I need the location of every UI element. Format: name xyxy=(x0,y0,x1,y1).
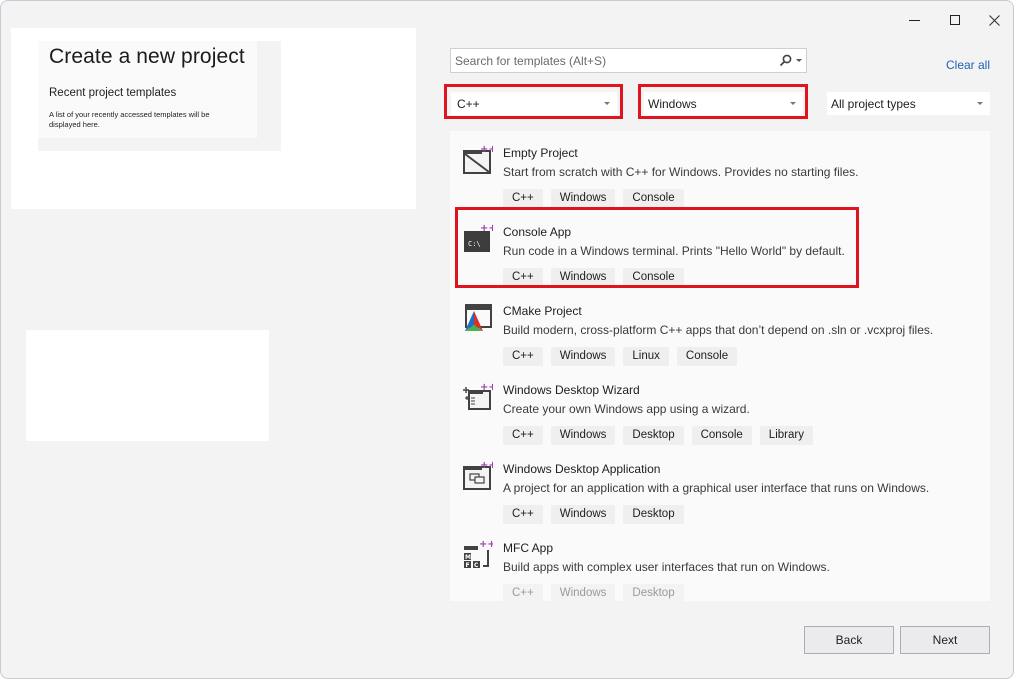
template-search-box[interactable] xyxy=(450,48,807,73)
tag: Windows xyxy=(550,268,616,287)
tag: C++ xyxy=(503,268,543,287)
template-description: Build apps with complex user interfaces … xyxy=(503,560,830,574)
recent-templates-heading: Recent project templates xyxy=(49,87,177,99)
tag: Desktop xyxy=(623,426,684,445)
tag: Windows xyxy=(550,584,616,601)
template-description: Start from scratch with C++ for Windows.… xyxy=(503,165,859,179)
search-icon[interactable] xyxy=(779,54,792,67)
svg-text:++: ++ xyxy=(480,382,493,393)
tag: C++ xyxy=(503,347,543,366)
tag: C++ xyxy=(503,505,543,524)
minimize-button[interactable] xyxy=(899,9,929,31)
tag: C++ xyxy=(503,189,543,208)
windows-desktop-application-icon: ++ xyxy=(463,461,493,490)
maximize-icon xyxy=(950,15,960,25)
tag: Console xyxy=(623,189,684,208)
template-description: Create your own Windows app using a wiza… xyxy=(503,402,750,416)
template-item-console-app[interactable]: C:\ ++ Console App Run code in a Windows… xyxy=(450,216,990,295)
template-description: Run code in a Windows terminal. Prints "… xyxy=(503,244,845,258)
template-item-mfc-app[interactable]: M F C ++ MFC App Build apps with complex… xyxy=(450,532,990,601)
tag: Library xyxy=(759,426,813,445)
template-tags: C++ Windows Desktop xyxy=(503,505,684,524)
tag: Desktop xyxy=(623,584,684,601)
tag: Windows xyxy=(550,426,616,445)
project-type-filter-value: All project types xyxy=(831,96,916,111)
page-title: Create a new project xyxy=(49,45,245,68)
clear-all-link[interactable]: Clear all xyxy=(946,58,990,72)
search-input[interactable] xyxy=(455,53,765,68)
template-item-cmake-project[interactable]: CMake Project Build modern, cross-platfo… xyxy=(450,295,990,374)
chevron-down-icon xyxy=(604,102,610,105)
template-item-windows-desktop-application[interactable]: ++ Windows Desktop Application A project… xyxy=(450,453,990,532)
svg-text:++: ++ xyxy=(480,461,493,471)
console-app-icon: C:\ ++ xyxy=(464,224,493,252)
close-icon xyxy=(988,14,1000,26)
template-tags: C++ Windows Console xyxy=(503,268,684,287)
template-title: Windows Desktop Wizard xyxy=(503,383,640,397)
language-filter-value: C++ xyxy=(457,96,480,111)
windows-desktop-wizard-icon: ++ xyxy=(463,382,493,410)
tag: Windows xyxy=(550,189,616,208)
template-item-empty-project[interactable]: ++ Empty Project Start from scratch with… xyxy=(450,137,990,216)
svg-text:++: ++ xyxy=(479,540,493,550)
template-tags: C++ Windows Desktop xyxy=(503,584,684,601)
template-list[interactable]: ++ Empty Project Start from scratch with… xyxy=(450,131,990,601)
tag: Console xyxy=(676,347,738,366)
template-tags: C++ Windows Console xyxy=(503,189,684,208)
platform-filter-value: Windows xyxy=(648,96,697,111)
svg-text:C:\: C:\ xyxy=(468,240,481,248)
back-button[interactable]: Back xyxy=(804,626,894,654)
svg-text:M: M xyxy=(465,554,471,561)
minimize-icon xyxy=(908,19,920,21)
tag: Linux xyxy=(623,347,669,366)
template-title: Console App xyxy=(503,225,572,239)
next-button[interactable]: Next xyxy=(900,626,990,654)
svg-text:F: F xyxy=(466,562,470,569)
svg-text:++: ++ xyxy=(480,145,493,155)
tag: C++ xyxy=(503,584,543,601)
template-title: Empty Project xyxy=(503,146,578,160)
tag: Windows xyxy=(550,347,616,366)
tag: Desktop xyxy=(623,505,684,524)
template-tags: C++ Windows Linux Console xyxy=(503,347,738,366)
close-button[interactable] xyxy=(979,9,1009,31)
maximize-button[interactable] xyxy=(940,9,970,31)
language-filter-dropdown[interactable]: C++ xyxy=(451,92,617,115)
template-title: CMake Project xyxy=(503,304,582,318)
search-options-chevron-icon[interactable] xyxy=(796,59,802,62)
left-pane-blank-area xyxy=(26,330,269,441)
project-type-filter-dropdown[interactable]: All project types xyxy=(827,92,990,115)
tag: C++ xyxy=(503,426,543,445)
platform-filter-dropdown[interactable]: Windows xyxy=(644,92,803,115)
empty-project-icon: ++ xyxy=(463,145,493,174)
tag: Console xyxy=(623,268,684,287)
tag: Windows xyxy=(550,505,616,524)
svg-text:++: ++ xyxy=(480,224,493,234)
template-tags: C++ Windows Desktop Console Library xyxy=(503,426,813,445)
chevron-down-icon xyxy=(977,102,983,105)
create-project-dialog: Create a new project Recent project temp… xyxy=(0,0,1014,679)
template-title: MFC App xyxy=(503,541,554,555)
svg-text:C: C xyxy=(474,562,479,569)
template-title: Windows Desktop Application xyxy=(503,462,661,476)
template-description: A project for an application with a grap… xyxy=(503,481,930,495)
chevron-down-icon xyxy=(790,102,796,105)
template-item-windows-desktop-wizard[interactable]: ++ Windows Desktop Wizard Create your ow… xyxy=(450,374,990,453)
template-description: Build modern, cross-platform C++ apps th… xyxy=(503,323,934,337)
tag: Console xyxy=(691,426,752,445)
mfc-app-icon: M F C ++ xyxy=(464,540,493,569)
recent-templates-description: A list of your recently accessed templat… xyxy=(49,110,210,129)
cmake-project-icon xyxy=(465,304,492,331)
